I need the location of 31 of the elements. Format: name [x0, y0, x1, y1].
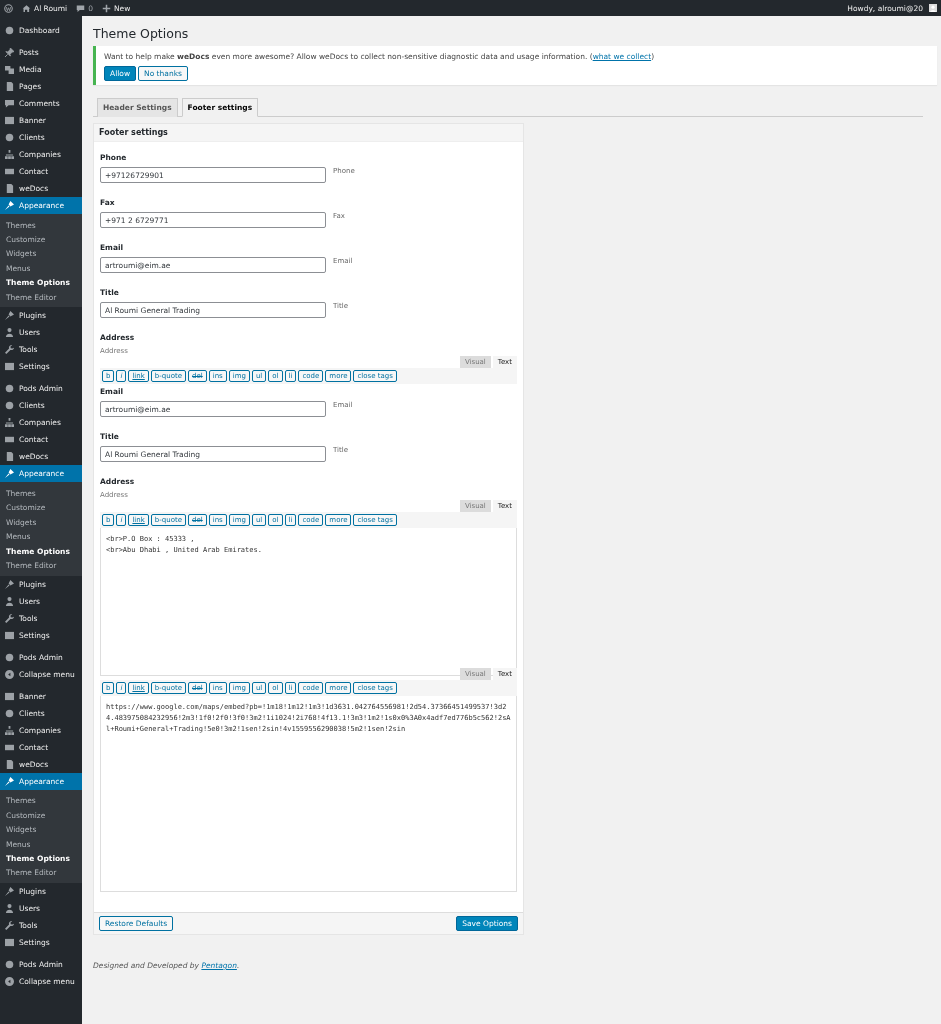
- collapse-icon: [5, 669, 14, 679]
- plus-icon: [102, 3, 111, 13]
- plug-icon: [5, 311, 14, 321]
- wrench-icon: [5, 613, 14, 623]
- plug-icon: [5, 887, 14, 897]
- pages-icon: [5, 82, 14, 91]
- wrench-icon: [5, 345, 14, 355]
- user-icon: [5, 904, 14, 914]
- pin-icon: [5, 48, 14, 57]
- brush-icon: [5, 776, 14, 786]
- avatar-icon: [929, 4, 937, 12]
- logo-icon[interactable]: [4, 3, 13, 13]
- plug-icon: [5, 579, 14, 589]
- page-title: Theme Options: [93, 26, 190, 41]
- media-icon: [5, 65, 14, 74]
- user-icon: [5, 328, 14, 338]
- collapse-icon: [5, 977, 14, 987]
- panel-title: Footer settings: [94, 124, 523, 142]
- document-icon: [5, 184, 14, 193]
- comment-icon: [76, 3, 86, 13]
- org-chart-icon: [5, 725, 14, 735]
- brush-icon: [5, 469, 14, 479]
- document-icon: [5, 759, 14, 769]
- home-icon: [22, 3, 31, 13]
- comment-icon: [5, 99, 14, 108]
- brush-icon: [5, 201, 14, 210]
- org-chart-icon: [5, 150, 14, 159]
- org-chart-icon: [5, 418, 14, 428]
- wrench-icon: [5, 921, 14, 931]
- user-icon: [5, 596, 14, 606]
- document-icon: [5, 452, 14, 462]
